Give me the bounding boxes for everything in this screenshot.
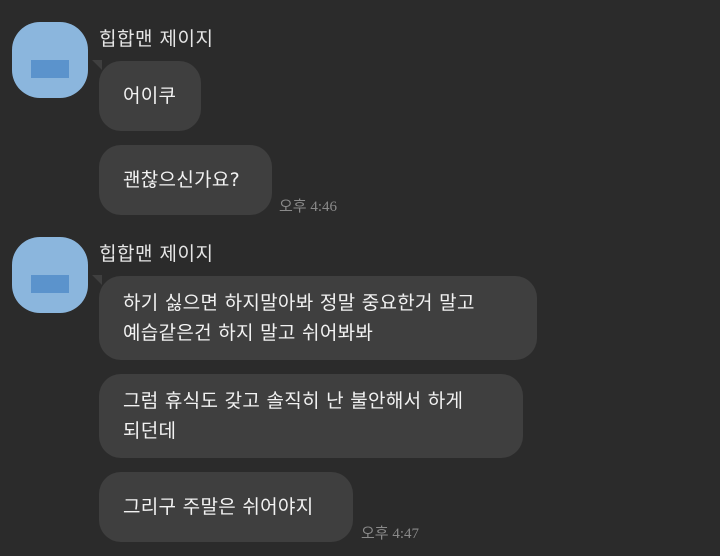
message-text: 괜찮으신가요? — [123, 169, 241, 191]
message-text: 하기 싫으면 하지말아봐 정말 중요한거 말고 예습같은건 하지 말고 쉬어봐봐 — [123, 292, 475, 344]
bubble-tail — [92, 60, 102, 70]
message-text: 어이쿠 — [123, 85, 177, 107]
chat-view: 힙합맨 제이지 어이쿠 괜찮으신가요? 오후 4:46 힙합맨 제이지 하기 싫… — [0, 0, 720, 556]
sender-name: 힙합맨 제이지 — [99, 28, 214, 50]
message-bubble[interactable]: 그럼 휴식도 갖고 솔직히 난 불안해서 하게 되던데 — [99, 374, 523, 458]
message-timestamp: 오후 4:46 — [279, 199, 338, 215]
message-text: 그럼 휴식도 갖고 솔직히 난 불안해서 하게 되던데 — [123, 390, 464, 442]
message-bubble[interactable]: 괜찮으신가요? — [99, 145, 272, 215]
avatar[interactable] — [12, 22, 88, 98]
bubble-tail — [92, 275, 102, 285]
message-timestamp: 오후 4:47 — [361, 526, 420, 542]
message-text: 그리구 주말은 쉬어야지 — [123, 496, 314, 518]
avatar[interactable] — [12, 237, 88, 313]
message-bubble[interactable]: 어이쿠 — [99, 61, 201, 131]
message-bubble[interactable]: 하기 싫으면 하지말아봐 정말 중요한거 말고 예습같은건 하지 말고 쉬어봐봐 — [99, 276, 537, 360]
sender-name: 힙합맨 제이지 — [99, 243, 214, 265]
avatar-redaction — [31, 275, 69, 293]
message-bubble[interactable]: 그리구 주말은 쉬어야지 — [99, 472, 353, 542]
avatar-redaction — [31, 60, 69, 78]
